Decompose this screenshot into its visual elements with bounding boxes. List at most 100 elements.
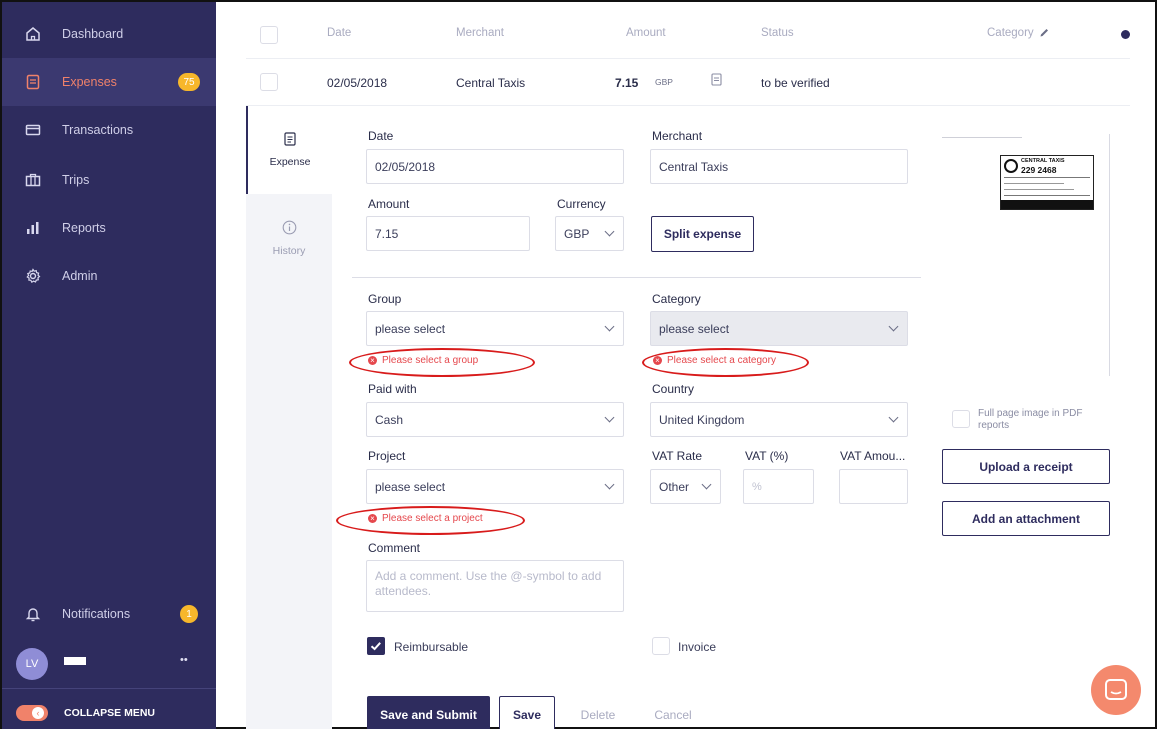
- row-date: 02/05/2018: [327, 76, 388, 90]
- sidebar-item-label: Notifications: [62, 607, 131, 621]
- receipt-line: [1004, 177, 1090, 178]
- user-menu-dots[interactable]: ••: [180, 654, 188, 666]
- chevron-down-icon: [604, 226, 615, 237]
- country-select[interactable]: United Kingdom: [650, 402, 908, 437]
- sidebar-item-label: Dashboard: [62, 27, 124, 41]
- tab-expense[interactable]: Expense: [246, 106, 332, 194]
- briefcase-icon: [24, 171, 42, 189]
- date-input[interactable]: 02/05/2018: [366, 149, 624, 184]
- sidebar-item-dashboard[interactable]: Dashboard: [2, 10, 216, 58]
- vat-rate-value: Other: [659, 479, 690, 494]
- chevron-down-icon: [604, 479, 615, 490]
- currency-label: Currency: [557, 197, 606, 211]
- select-all-checkbox[interactable]: [260, 26, 278, 44]
- amount-input[interactable]: 7.15: [366, 216, 530, 251]
- vat-amount-label: VAT Amou...: [840, 449, 906, 463]
- tab-label: Expense: [269, 156, 311, 168]
- merchant-input[interactable]: Central Taxis: [650, 149, 908, 184]
- pencil-icon[interactable]: [1039, 27, 1050, 41]
- vat-percent-input[interactable]: %: [743, 469, 814, 504]
- chat-icon: [1105, 679, 1127, 700]
- sidebar-item-reports[interactable]: Reports: [2, 204, 216, 252]
- vat-rate-select[interactable]: Other: [650, 469, 721, 504]
- currency-select[interactable]: GBP: [555, 216, 624, 251]
- chevron-down-icon: [604, 412, 615, 423]
- document-icon: [24, 73, 42, 91]
- comment-input[interactable]: Add a comment. Use the @-symbol to add a…: [366, 560, 624, 612]
- reimbursable-checkbox[interactable]: [367, 637, 385, 655]
- project-select[interactable]: please select: [366, 469, 624, 504]
- expenses-count-badge: 75: [178, 73, 200, 91]
- receipt-footer-band: [1001, 200, 1093, 209]
- card-icon: [24, 121, 42, 139]
- header-divider: [246, 58, 1130, 59]
- taxi-logo: [1004, 159, 1018, 173]
- receipt-preview[interactable]: CENTRAL TAXIS 229 2468: [942, 134, 1110, 376]
- sidebar-divider: [2, 688, 216, 689]
- checkmark-icon: [370, 642, 381, 651]
- sidebar-item-transactions[interactable]: Transactions: [2, 106, 216, 154]
- sidebar-item-label: Trips: [62, 173, 90, 187]
- column-header-amount[interactable]: Amount: [626, 27, 666, 39]
- receipt-icon[interactable]: [711, 73, 722, 89]
- sidebar-item-label: Reports: [62, 221, 106, 235]
- amount-label: Amount: [368, 197, 410, 211]
- country-value: United Kingdom: [659, 412, 745, 427]
- paid-with-select[interactable]: Cash: [366, 402, 624, 437]
- category-label: Category: [652, 292, 701, 306]
- vat-amount-input[interactable]: [839, 469, 908, 504]
- column-header-merchant[interactable]: Merchant: [456, 27, 504, 39]
- project-label: Project: [368, 449, 406, 463]
- currency-value: GBP: [564, 226, 590, 241]
- collapse-toggle[interactable]: ‹: [16, 705, 48, 721]
- add-attachment-button[interactable]: Add an attachment: [942, 501, 1110, 536]
- sidebar-item-notifications[interactable]: Notifications 1: [2, 590, 216, 638]
- group-value: please select: [375, 321, 446, 336]
- avatar[interactable]: LV: [16, 648, 48, 680]
- split-expense-button[interactable]: Split expense: [651, 216, 754, 252]
- collapse-menu-label[interactable]: COLLAPSE MENU: [64, 707, 155, 719]
- invoice-checkbox[interactable]: [652, 637, 670, 655]
- home-icon: [24, 25, 42, 43]
- chevron-down-icon: [701, 479, 712, 490]
- column-header-category[interactable]: Category: [987, 27, 1034, 39]
- detail-tabs: Expense History: [246, 106, 332, 729]
- receipt-line: [1004, 195, 1090, 196]
- receipt-line1: CENTRAL TAXIS: [1021, 158, 1065, 164]
- invoice-label: Invoice: [678, 640, 717, 654]
- full-page-image-checkbox[interactable]: [952, 410, 970, 428]
- sidebar-item-label: Transactions: [62, 123, 134, 137]
- sidebar-item-admin[interactable]: Admin: [2, 252, 216, 300]
- country-label: Country: [652, 382, 695, 396]
- group-label: Group: [368, 292, 402, 306]
- receipt-image: CENTRAL TAXIS 229 2468: [1000, 155, 1094, 210]
- full-page-image-label: Full page image in PDF reports: [978, 408, 1083, 431]
- sidebar-item-label: Admin: [62, 269, 98, 283]
- project-value: please select: [375, 479, 446, 494]
- annotation-ellipse: [336, 506, 525, 535]
- comment-label: Comment: [368, 541, 421, 555]
- group-select[interactable]: please select: [366, 311, 624, 346]
- reimbursable-label: Reimbursable: [394, 640, 469, 654]
- upload-receipt-button[interactable]: Upload a receipt: [942, 449, 1110, 484]
- form-divider: [352, 277, 921, 278]
- column-header-status[interactable]: Status: [761, 27, 794, 39]
- column-header-date[interactable]: Date: [327, 27, 351, 39]
- row-status: to be verified: [761, 76, 830, 90]
- row-amount: 7.15: [615, 76, 639, 90]
- sidebar-item-expenses[interactable]: Expenses 75: [2, 58, 216, 106]
- chevron-down-icon: [888, 412, 899, 423]
- tab-history[interactable]: History: [246, 194, 332, 282]
- chat-launcher-button[interactable]: [1091, 665, 1141, 715]
- bar-chart-icon: [24, 219, 42, 237]
- merchant-label: Merchant: [652, 129, 703, 143]
- receipt-line: [1004, 189, 1074, 190]
- delete-button[interactable]: Delete: [570, 696, 626, 729]
- add-column-icon[interactable]: [1121, 30, 1130, 39]
- sidebar-item-trips[interactable]: Trips: [2, 156, 216, 204]
- save-and-submit-button[interactable]: Save and Submit: [367, 696, 490, 729]
- category-select[interactable]: please select: [650, 311, 908, 346]
- cancel-button[interactable]: Cancel: [645, 696, 701, 729]
- save-button[interactable]: Save: [499, 696, 555, 729]
- row-checkbox[interactable]: [260, 73, 278, 91]
